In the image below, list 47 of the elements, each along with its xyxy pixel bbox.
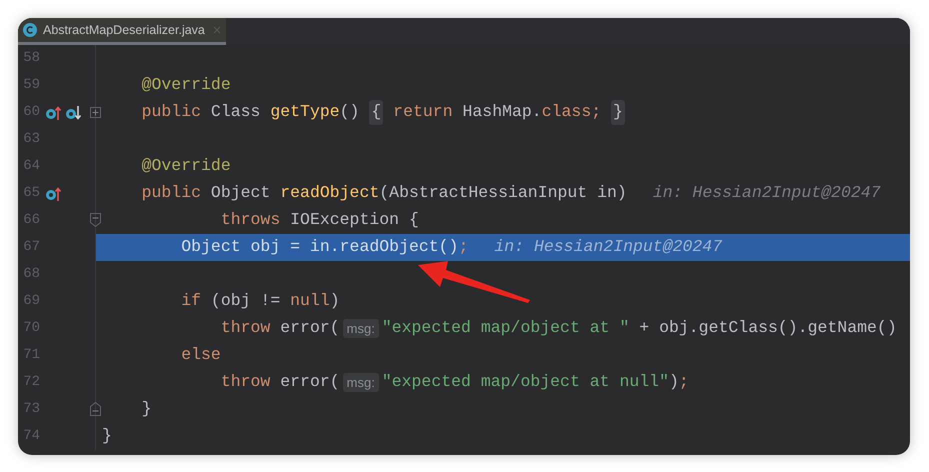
code-string: "expected map/object at " xyxy=(382,317,630,340)
code-text: () xyxy=(340,101,360,124)
code-text: (AbstractHessianInput in) xyxy=(379,182,627,204)
code-keyword: throw xyxy=(220,371,272,394)
code-annotation: @Override xyxy=(140,74,231,96)
code-text: error( xyxy=(280,371,340,394)
code-keyword: class; xyxy=(542,101,602,124)
fold-collapse-icon[interactable] xyxy=(90,213,101,227)
code-annotation: @Override xyxy=(140,155,231,178)
code-keyword: return xyxy=(392,101,454,124)
code-text: HashMap. xyxy=(462,101,542,124)
code-text: ) xyxy=(668,371,679,394)
folded-brace[interactable]: { xyxy=(369,100,384,125)
code-string: "expected map/object at null" xyxy=(382,371,669,394)
file-tab[interactable]: AbstractMapDeserializer.java xyxy=(18,18,226,45)
debug-value-hint: in: Hessian2Input@20247 xyxy=(652,182,881,204)
code-method-name: readObject xyxy=(280,182,380,204)
code-keyword: if xyxy=(180,290,202,312)
code-keyword: ; xyxy=(458,236,468,258)
code-keyword: ; xyxy=(678,371,689,394)
code-text: + obj.getClass().getName() xyxy=(638,317,897,340)
parameter-hint: msg: xyxy=(342,372,379,392)
override-up-icon[interactable] xyxy=(45,104,61,120)
debug-value-hint: in: Hessian2Input@20247 xyxy=(494,236,722,258)
code-text: Object xyxy=(210,182,272,204)
code-keyword: throw xyxy=(220,317,272,340)
code-text: } xyxy=(140,398,152,420)
code-text: Object obj = in.readObject() xyxy=(180,236,458,258)
code-text: Class xyxy=(210,101,262,124)
code-text: } xyxy=(102,425,112,448)
code-keyword: throws xyxy=(220,209,282,232)
parameter-hint: msg: xyxy=(342,318,379,338)
implemented-down-icon[interactable] xyxy=(65,104,81,120)
override-up-icon[interactable] xyxy=(45,186,61,202)
class-file-icon xyxy=(23,23,37,37)
code-text: error( xyxy=(280,317,340,340)
fold-collapse-icon[interactable] xyxy=(90,402,101,416)
code-keyword: public xyxy=(140,101,202,124)
code-text: IOException { xyxy=(290,209,419,232)
code-text: ) xyxy=(330,290,340,312)
folded-brace[interactable]: } xyxy=(611,100,625,125)
code-method-name: getType xyxy=(270,101,340,124)
code-keyword: null xyxy=(290,290,330,312)
code-keyword: else xyxy=(180,344,221,366)
code-text: (obj != xyxy=(210,290,282,312)
fold-expand-icon[interactable] xyxy=(90,107,101,118)
code-keyword: public xyxy=(140,182,202,204)
